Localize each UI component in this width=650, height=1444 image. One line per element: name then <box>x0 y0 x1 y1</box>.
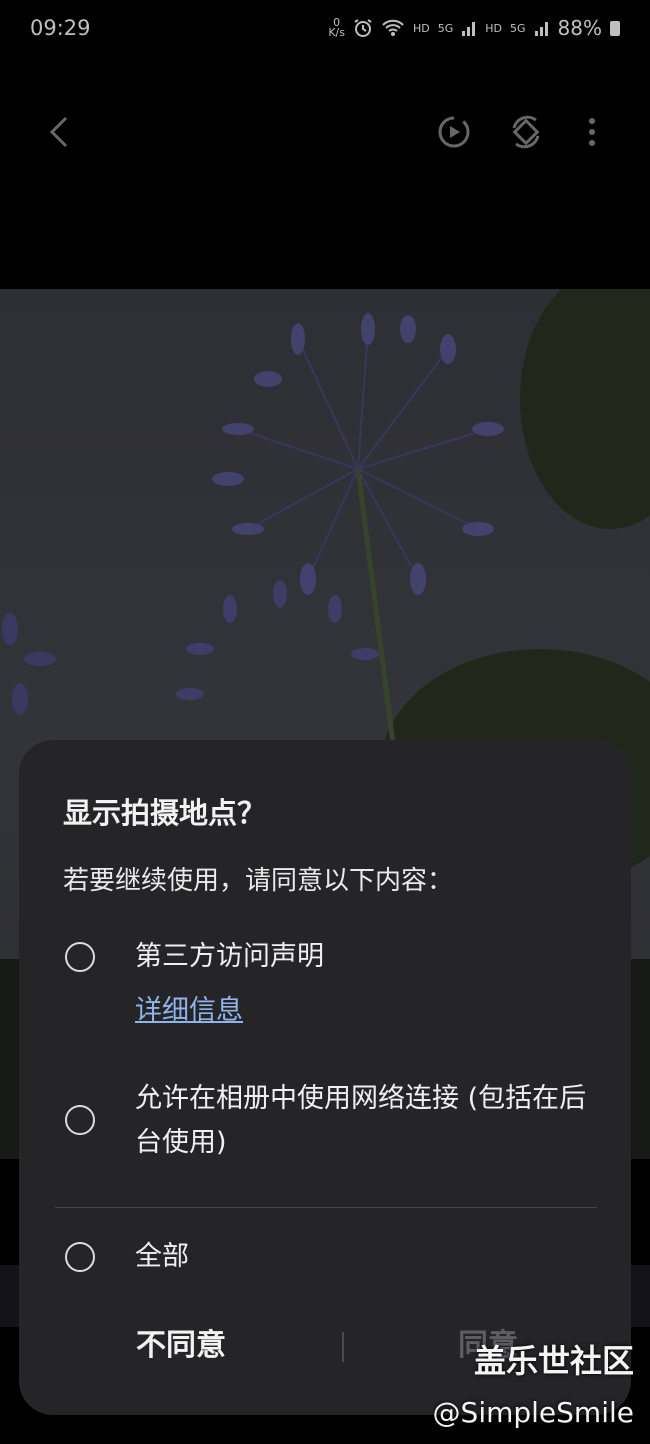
option-network[interactable]: 允许在相册中使用网络连接 (包括在后台使用) <box>63 1080 603 1180</box>
option-label: 第三方访问声明 <box>135 941 324 972</box>
radio-button[interactable] <box>65 942 95 972</box>
dialog-description: 若要继续使用，请同意以下内容： <box>63 866 454 896</box>
divider <box>55 1207 597 1208</box>
disagree-button[interactable]: 不同意 <box>19 1320 343 1364</box>
watermark-user: @SimpleSmile <box>432 1396 634 1429</box>
option-all[interactable]: 全部 <box>63 1241 603 1282</box>
option-label: 全部 <box>135 1241 189 1272</box>
option-label: 允许在相册中使用网络连接 (包括在后台使用) <box>135 1083 587 1158</box>
dialog-title: 显示拍摄地点？ <box>63 796 267 830</box>
watermark-site: 盖乐世社区 <box>473 1342 634 1380</box>
details-link[interactable]: 详细信息 <box>135 988 243 1027</box>
radio-button[interactable] <box>65 1105 95 1135</box>
watermark: 盖乐世社区 @SimpleSmile <box>433 1336 634 1429</box>
option-third-party[interactable]: 第三方访问声明 详细信息 <box>63 940 603 1040</box>
button-separator <box>342 1332 344 1362</box>
location-permission-dialog: 显示拍摄地点？ 若要继续使用，请同意以下内容： 第三方访问声明 详细信息 允许在… <box>19 740 631 1415</box>
radio-button[interactable] <box>65 1242 95 1272</box>
